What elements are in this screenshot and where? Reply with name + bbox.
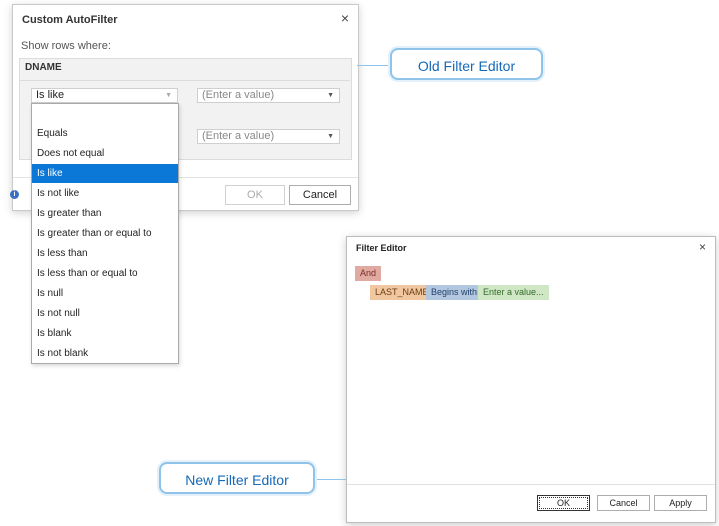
operator-chip[interactable]: Begins with — [426, 285, 483, 300]
info-icon: i — [10, 190, 19, 199]
close-icon[interactable]: × — [341, 10, 349, 26]
callout-connector — [357, 65, 390, 66]
chevron-down-icon: ▼ — [327, 133, 334, 140]
filter-editor-dialog: Filter Editor × And LAST_NAME Begins wit… — [346, 236, 716, 523]
ok-button[interactable]: OK — [537, 495, 590, 511]
operator-select-value: Is like — [36, 89, 65, 101]
operator-select[interactable]: Is like ▼ — [31, 88, 178, 103]
dropdown-item[interactable]: Is not null — [32, 304, 178, 323]
show-rows-label: Show rows where: — [21, 40, 111, 52]
group-operator-chip[interactable]: And — [355, 266, 382, 281]
dropdown-item[interactable]: Is null — [32, 284, 178, 303]
value-input-2[interactable]: (Enter a value) ▼ — [197, 129, 340, 144]
value-input-1-placeholder: (Enter a value) — [202, 89, 275, 101]
dropdown-item-selected[interactable]: Is like — [32, 164, 178, 183]
chevron-down-icon: ▼ — [165, 92, 172, 99]
dropdown-item[interactable]: Is greater than — [32, 204, 178, 223]
dialog-title: Filter Editor — [356, 243, 407, 253]
dropdown-item[interactable]: Is not blank — [32, 344, 178, 363]
divider — [20, 80, 350, 81]
value-chip[interactable]: Enter a value... — [478, 285, 549, 300]
footer-divider — [347, 484, 715, 485]
new-filter-editor-callout: New Filter Editor — [159, 462, 315, 494]
operator-dropdown-list: Equals Does not equal Is like Is not lik… — [31, 103, 179, 364]
close-icon[interactable]: × — [699, 240, 706, 254]
dialog-title: Custom AutoFilter — [22, 14, 118, 26]
value-input-1[interactable]: (Enter a value) ▼ — [197, 88, 340, 103]
dropdown-item[interactable]: Equals — [32, 124, 178, 143]
cancel-button[interactable]: Cancel — [597, 495, 650, 511]
dropdown-item[interactable]: Is blank — [32, 324, 178, 343]
old-filter-editor-callout: Old Filter Editor — [390, 48, 543, 80]
dropdown-item[interactable]: Is not like — [32, 184, 178, 203]
ok-button[interactable]: OK — [225, 185, 285, 205]
dropdown-item[interactable]: Does not equal — [32, 144, 178, 163]
callout-connector — [315, 479, 346, 480]
apply-button[interactable]: Apply — [654, 495, 707, 511]
field-name-label: DNAME — [25, 62, 62, 73]
value-input-2-placeholder: (Enter a value) — [202, 130, 275, 142]
field-name-chip[interactable]: LAST_NAME — [370, 285, 434, 300]
chevron-down-icon: ▼ — [327, 92, 334, 99]
dropdown-item[interactable]: Is less than or equal to — [32, 264, 178, 283]
dropdown-item[interactable]: Is greater than or equal to — [32, 224, 178, 243]
dropdown-item[interactable]: Is less than — [32, 244, 178, 263]
cancel-button[interactable]: Cancel — [289, 185, 351, 205]
